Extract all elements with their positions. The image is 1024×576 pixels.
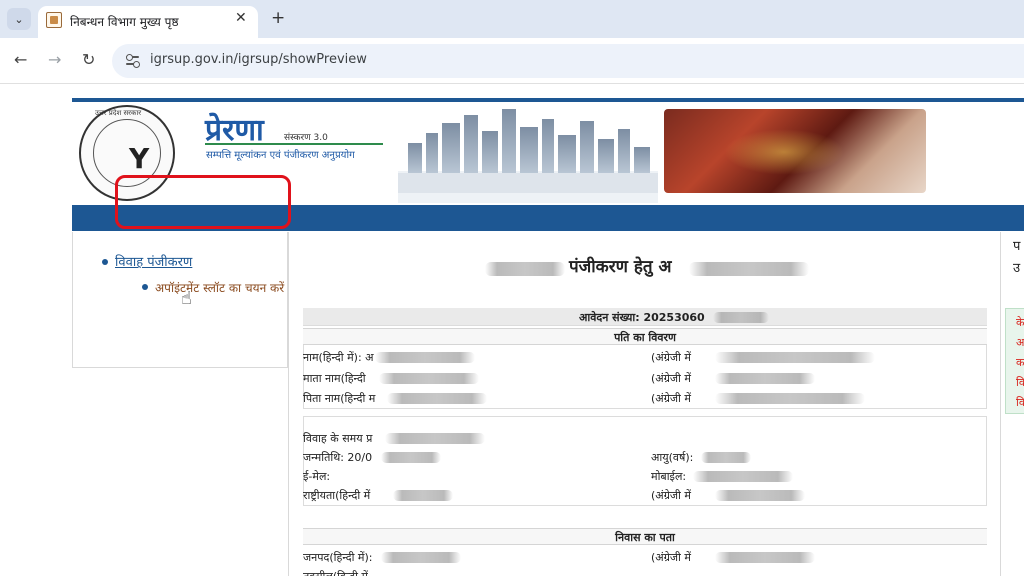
- chevron-down-icon: ⌄: [14, 12, 24, 26]
- annotation-highlight-box: [115, 175, 291, 229]
- sidebar-item-appointment-slot[interactable]: अपॉइंटमेंट स्लॉट का चयन करें: [155, 278, 285, 298]
- redacted-text: [485, 262, 565, 276]
- url-text[interactable]: igrsup.gov.in/igrsup/showPreview: [150, 52, 367, 67]
- right-panel-header: प उ: [1013, 236, 1020, 280]
- tab-title: निबन्धन विभाग मुख्य पृष्ठ: [70, 15, 179, 29]
- redacted-text: [701, 452, 751, 463]
- husband-section-title: पति का विवरण: [614, 331, 676, 344]
- version-label: संस्करण 3.0: [284, 133, 328, 143]
- redacted-text: [715, 393, 865, 404]
- district-label: जनपद(हिन्दी में):: [303, 551, 373, 564]
- site-favicon-icon: [46, 12, 62, 28]
- wedding-hands-image: [664, 109, 926, 193]
- redacted-text: [375, 352, 475, 363]
- district-english-label: (अंग्रेजी में: [651, 551, 691, 564]
- city-skyline-image: [398, 109, 658, 203]
- browser-toolbar: ← → ↻ igrsup.gov.in/igrsup/showPreview: [0, 38, 1024, 84]
- site-settings-icon[interactable]: [124, 52, 142, 70]
- reload-icon[interactable]: ↻: [82, 50, 95, 69]
- browser-tab-bar: ⌄ निबन्धन विभाग मुख्य पृष्ठ ✕ +: [0, 0, 1024, 38]
- brand-tagline: सम्पत्ति मूल्यांकन एवं पंजीकरण अनुप्रयोग: [206, 150, 355, 161]
- new-tab-button[interactable]: +: [271, 8, 285, 28]
- browser-tab-active[interactable]: निबन्धन विभाग मुख्य पृष्ठ ✕: [38, 6, 258, 38]
- father-name-english-label: (अंग्रेजी में: [651, 392, 691, 405]
- redacted-text: [381, 552, 461, 563]
- nationality-english-label: (अंग्रेजी में: [651, 489, 691, 502]
- marriage-time-label: विवाह के समय प्र: [303, 432, 373, 445]
- redacted-text: [715, 552, 815, 563]
- address-section-title: निवास का पता: [615, 531, 675, 544]
- address-bar[interactable]: igrsup.gov.in/igrsup/showPreview: [112, 44, 1024, 78]
- redacted-text: [715, 373, 815, 384]
- right-panel-text: प: [1013, 239, 1021, 254]
- age-label: आयु(वर्ष):: [651, 451, 694, 464]
- application-number-row: आवेदन संख्या: 20253060: [303, 308, 987, 326]
- form-title: पंजीकरण हेतु अ: [569, 257, 672, 277]
- redacted-text: [385, 433, 485, 444]
- redacted-text: [381, 452, 441, 463]
- emblem-symbol-icon: Y: [129, 142, 150, 175]
- sidebar-item-marriage-registration[interactable]: विवाह पंजीकरण: [115, 252, 192, 270]
- sidebar-menu: विवाह पंजीकरण अपॉइंटमेंट स्लॉट का चयन कर…: [72, 232, 288, 368]
- redacted-text: [689, 262, 809, 276]
- back-arrow-icon[interactable]: ←: [14, 50, 27, 69]
- redacted-text: [715, 352, 875, 363]
- right-info-panel: प उ के अ क वि वि: [1000, 232, 1024, 576]
- forward-arrow-icon[interactable]: →: [48, 50, 61, 69]
- address-section-header: निवास का पता: [303, 528, 987, 545]
- header-top-rule: [72, 98, 1024, 102]
- redacted-text: [713, 312, 769, 323]
- bullet-icon: [102, 259, 108, 265]
- redacted-text: [693, 471, 793, 482]
- right-notice-text: के अ क वि वि: [1016, 316, 1024, 409]
- bullet-icon: [142, 284, 148, 290]
- tab-search-button[interactable]: ⌄: [7, 8, 31, 30]
- redacted-text: [715, 490, 805, 501]
- hand-pointer-cursor-icon: ☝: [181, 288, 192, 309]
- dob-label: जन्मतिथि: 20/0: [303, 451, 373, 464]
- redacted-text: [379, 373, 479, 384]
- redacted-text: [387, 393, 487, 404]
- close-icon[interactable]: ✕: [235, 10, 247, 26]
- name-hindi-label: नाम(हिन्दी में): अ: [303, 351, 374, 364]
- right-notice-box: के अ क वि वि: [1005, 308, 1024, 414]
- tehsil-label-partial: तहसील(हिन्दी में: [303, 568, 368, 576]
- registration-preview: पंजीकरण हेतु अ आवेदन संख्या: 20253060 पत…: [288, 232, 1000, 576]
- mother-name-english-label: (अंग्रेजी में: [651, 372, 691, 385]
- brand-underline: [205, 143, 383, 145]
- name-english-label: (अंग्रेजी में: [651, 351, 691, 364]
- web-page: उत्तर प्रदेश सरकार Y प्रेरणा संस्करण 3.0…: [0, 85, 1024, 576]
- emblem-text: उत्तर प्रदेश सरकार: [95, 109, 142, 117]
- application-number: आवेदन संख्या: 20253060: [579, 311, 705, 324]
- redacted-text: [393, 490, 453, 501]
- nationality-label: राष्ट्रीयता(हिन्दी में: [303, 489, 371, 502]
- right-panel-text: उ: [1013, 261, 1021, 276]
- husband-section-header: पति का विवरण: [303, 328, 987, 345]
- mother-name-label: माता नाम(हिन्दी: [303, 372, 366, 385]
- father-name-label: पिता नाम(हिन्दी म: [303, 392, 376, 405]
- email-label: ई-मेल:: [303, 470, 331, 483]
- mobile-label: मोबाईल:: [651, 470, 687, 483]
